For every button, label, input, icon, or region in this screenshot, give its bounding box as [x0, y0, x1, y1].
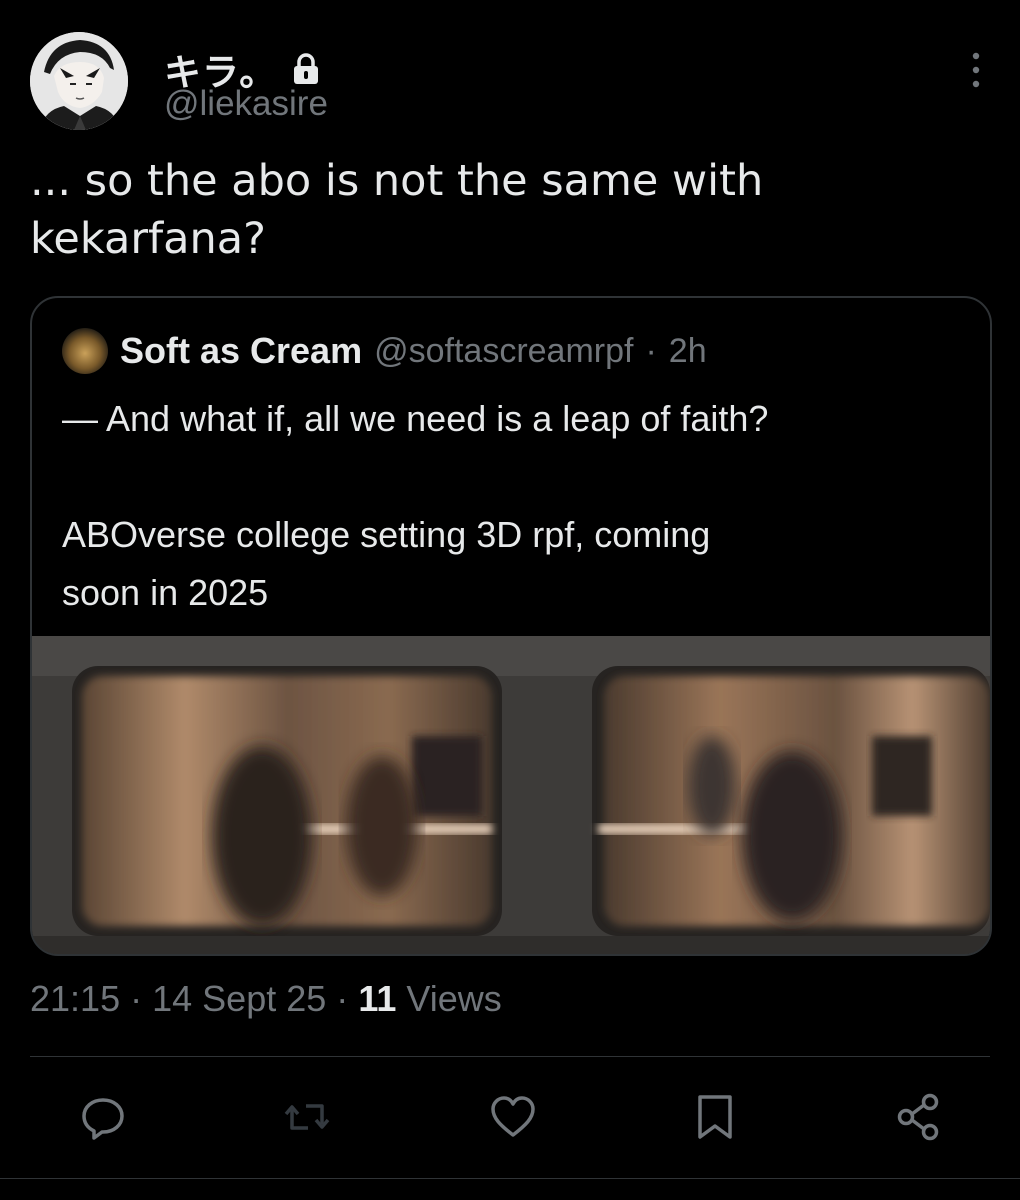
meta-separator: ·	[336, 978, 349, 1019]
reply-icon[interactable]	[78, 1092, 128, 1142]
views-label[interactable]: Views	[406, 978, 501, 1019]
post-text: ... so the abo is not the same with keka…	[30, 156, 764, 264]
quoted-post-text: — And what if, all we need is a leap of …	[62, 398, 769, 613]
lock-icon	[294, 53, 319, 84]
share-icon[interactable]	[894, 1092, 944, 1142]
post-metadata: 21:15 · 14 Sept 25 · 11 Views	[30, 978, 502, 1020]
quoted-post[interactable]: Soft as Cream @softascreamrpf · 2h — And…	[30, 296, 992, 956]
quoted-display-name: Soft as Cream	[120, 330, 363, 371]
quoted-timestamp: 2h	[668, 331, 707, 370]
action-bar	[78, 1092, 958, 1146]
bookmark-icon[interactable]	[690, 1092, 740, 1142]
post-header: キラ。 @liekasire	[30, 28, 990, 130]
bottom-divider	[0, 1178, 1020, 1179]
repost-icon[interactable]	[282, 1092, 332, 1142]
views-count[interactable]: 11	[358, 978, 396, 1019]
post-time: 21:15	[30, 978, 121, 1019]
quoted-handle: @softascreamrpf	[374, 331, 634, 370]
quoted-media-image[interactable]	[32, 636, 990, 954]
more-vertical-icon[interactable]	[968, 50, 984, 90]
divider	[30, 1056, 990, 1057]
user-avatar[interactable]	[30, 32, 128, 130]
quoted-separator: ·	[645, 331, 657, 370]
quoted-post-header: Soft as Cream @softascreamrpf · 2h	[62, 328, 707, 374]
user-handle[interactable]: @liekasire	[164, 84, 328, 124]
quoted-user-avatar	[62, 328, 108, 374]
post-date: 14 Sept 25	[152, 978, 327, 1019]
like-icon[interactable]	[488, 1092, 538, 1142]
meta-separator: ·	[130, 978, 143, 1019]
